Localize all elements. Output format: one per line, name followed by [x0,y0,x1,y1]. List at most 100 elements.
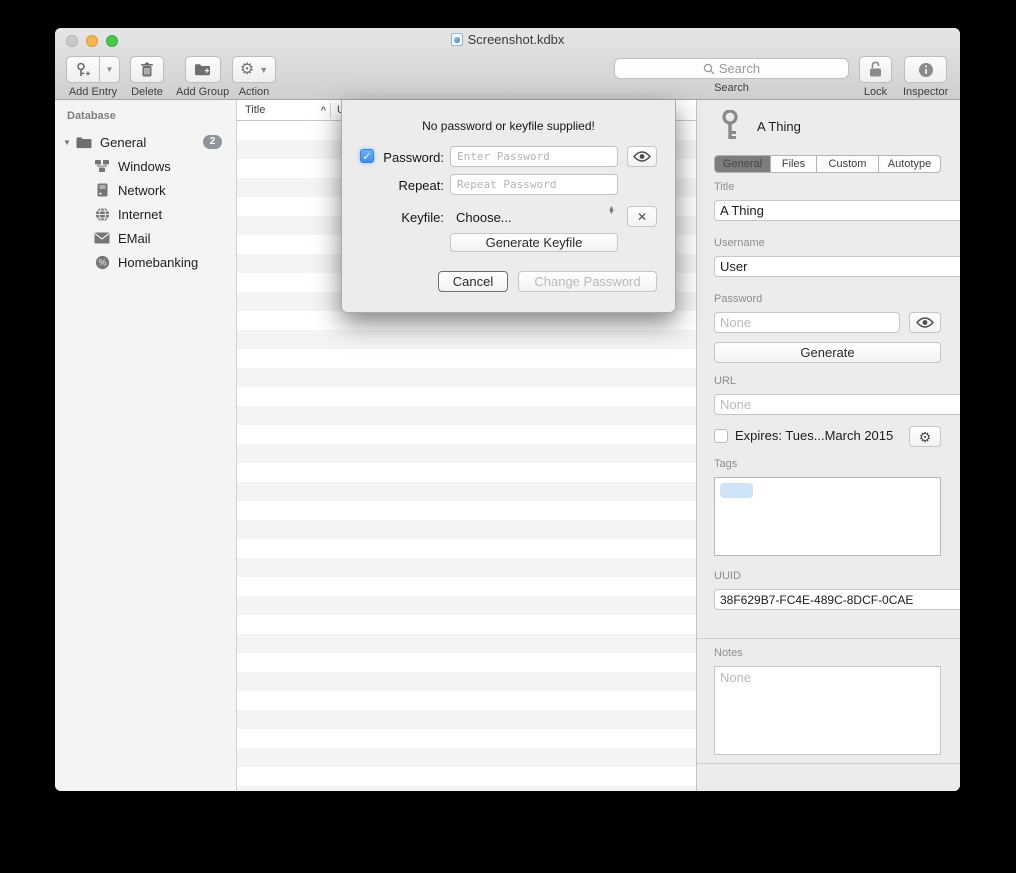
inspector-tabs: General Files Custom Autotype [714,155,941,173]
search-icon [703,63,715,75]
search-label: Search [614,82,849,94]
popup-stepper-icon[interactable]: ▲▼ [608,207,615,215]
disclosure-triangle-icon[interactable]: ▼ [63,138,75,147]
window-title: Screenshot.kdbx [55,32,960,47]
sidebar-item-email[interactable]: EMail [55,226,236,250]
action-button[interactable]: ⚙ ▼ [232,56,276,83]
inspector-button[interactable] [904,56,947,83]
folder-icon [75,136,93,149]
lock-group: Lock [859,56,892,98]
delete-label: Delete [130,86,164,98]
reveal-password-button[interactable] [627,146,657,167]
chevron-down-icon: ▼ [259,65,268,75]
inspector-panel: A Thing General Files Custom Autotype Ti… [696,100,960,791]
repeat-password-field[interactable] [450,174,618,195]
key-plus-icon [75,62,91,78]
sidebar-item-network[interactable]: Network [55,178,236,202]
add-entry-button[interactable]: ▼ [66,56,120,83]
tag-token[interactable] [720,483,753,498]
inspector-label: Inspector [903,86,948,98]
action-group: ⚙ ▼ Action [232,56,276,98]
uuid-field[interactable] [714,589,960,610]
cancel-button[interactable]: Cancel [438,271,508,292]
keyfile-popup[interactable]: Choose... [456,210,512,225]
add-group-button[interactable] [185,56,221,83]
url-label: URL [714,375,941,387]
eye-icon [916,317,934,328]
uuid-label: UUID [714,570,941,582]
lock-label: Lock [859,86,892,98]
unlocked-padlock-icon [868,61,883,78]
column-header-title[interactable]: Title ^ [237,104,330,116]
app-window: Screenshot.kdbx ▼ Add Entry [55,28,960,791]
password-label: Password [714,293,941,305]
gear-icon: ⚙ [240,62,254,78]
add-entry-dropdown[interactable]: ▼ [100,56,120,83]
sidebar-header: Database [55,110,236,122]
toolbar: Screenshot.kdbx ▼ Add Entry [55,28,960,100]
tab-general[interactable]: General [715,156,771,172]
eye-icon [633,151,651,162]
entry-key-icon [719,110,741,142]
count-badge: 2 [203,135,222,149]
generate-password-button[interactable]: Generate [714,342,941,363]
gear-icon: ⚙ [919,430,932,444]
sidebar-item-windows[interactable]: Windows [55,154,236,178]
clear-keyfile-button[interactable]: ✕ [627,206,657,227]
delete-button[interactable] [130,56,164,83]
server-icon [93,183,111,197]
sheet-message: No password or keyfile supplied! [342,119,675,133]
enter-password-field[interactable] [450,146,618,167]
expires-checkbox[interactable] [714,429,728,443]
expires-row: Expires: Tues...March 2015 [714,428,941,443]
trash-icon [140,62,154,78]
title-label: Title [714,181,941,193]
username-field[interactable] [714,256,960,277]
sidebar-item-internet[interactable]: Internet [55,202,236,226]
url-field[interactable] [714,394,960,415]
repeat-label: Repeat: [342,178,444,193]
password-field[interactable] [714,312,900,333]
expires-label: Expires: Tues...March 2015 [735,428,893,443]
generate-keyfile-button[interactable]: Generate Keyfile [450,233,618,252]
tab-files[interactable]: Files [771,156,817,172]
sidebar-item-label: Internet [118,207,162,222]
search-input[interactable]: Search [614,58,849,79]
delete-group: Delete [130,56,164,98]
search-placeholder: Search [719,61,760,76]
add-group-label: Add Group [176,86,229,98]
notes-field[interactable]: None [714,666,941,755]
reveal-password-button[interactable] [909,312,941,333]
globe-icon [93,207,111,222]
sidebar-item-label: Windows [118,159,171,174]
add-entry-group: ▼ Add Entry [66,56,120,98]
document-icon [451,33,463,46]
sidebar-item-label: Network [118,183,166,198]
tab-autotype[interactable]: Autotype [879,156,940,172]
divider [697,763,960,764]
lock-button[interactable] [859,56,892,83]
title-field[interactable] [714,200,960,221]
notes-label: Notes [714,647,941,659]
sidebar-item-general[interactable]: ▼ General 2 [55,130,236,154]
windows-network-icon [93,159,111,173]
folder-plus-icon [194,62,211,77]
add-entry-label: Add Entry [66,86,120,98]
password-label: Password: [342,150,444,165]
tags-label: Tags [714,458,941,470]
sidebar-item-homebanking[interactable]: % Homebanking [55,250,236,274]
sidebar: Database ▼ General 2 Windo [55,100,237,791]
expires-settings-button[interactable]: ⚙ [909,426,941,447]
percent-coin-icon: % [93,255,111,270]
change-password-button[interactable]: Change Password [518,271,657,292]
divider [697,638,960,639]
tags-box[interactable] [714,477,941,556]
tab-custom[interactable]: Custom [817,156,879,172]
sidebar-item-label: EMail [118,231,151,246]
svg-text:%: % [98,257,106,267]
sidebar-item-label: Homebanking [118,255,198,270]
add-group-group: Add Group [176,56,229,98]
entry-title-heading: A Thing [757,119,960,134]
keyfile-label: Keyfile: [342,210,444,225]
action-label: Action [232,86,276,98]
